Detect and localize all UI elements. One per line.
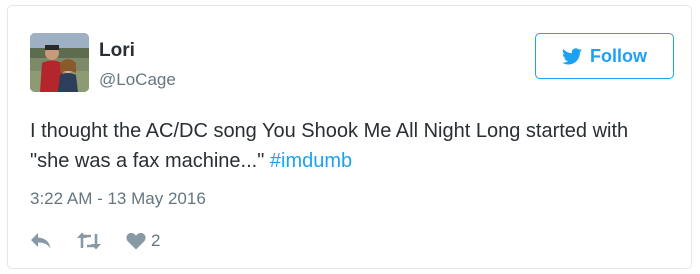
twitter-bird-icon <box>562 47 582 64</box>
follow-button-label: Follow <box>590 45 647 66</box>
user-name[interactable]: Lori <box>99 40 135 62</box>
retweet-button[interactable] <box>76 232 102 250</box>
tweet-card: Lori @LoCage Follow I thought the AC/DC … <box>7 5 692 269</box>
avatar[interactable] <box>30 33 89 92</box>
hashtag-link[interactable]: #imdumb <box>270 150 352 172</box>
like-count: 2 <box>151 231 161 250</box>
reply-icon <box>31 233 51 249</box>
user-handle[interactable]: @LoCage <box>99 70 176 90</box>
heart-icon <box>126 232 146 250</box>
like-button[interactable]: 2 <box>126 231 160 251</box>
profile-photo <box>30 33 89 92</box>
tweet-timestamp[interactable]: 3:22 AM - 13 May 2016 <box>30 189 206 209</box>
follow-button[interactable]: Follow <box>535 33 674 79</box>
retweet-icon <box>77 232 101 250</box>
tweet-text: I thought the AC/DC song You Shook Me Al… <box>30 116 670 176</box>
reply-button[interactable] <box>30 232 52 250</box>
tweet-actions: 2 <box>30 229 184 253</box>
